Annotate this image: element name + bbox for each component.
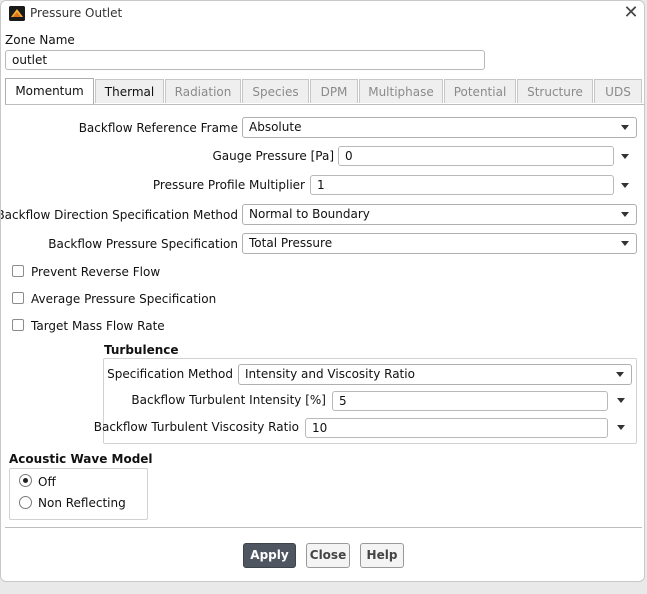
backflow-turbulent-intensity-label: Backflow Turbulent Intensity [%] — [131, 393, 326, 407]
tab-species[interactable]: Species — [242, 79, 309, 103]
prevent-reverse-flow-label: Prevent Reverse Flow — [31, 265, 161, 279]
tab-uds[interactable]: UDS — [594, 79, 642, 103]
backflow-reference-frame-value: Absolute — [249, 120, 302, 134]
chevron-down-icon — [621, 125, 629, 130]
specification-method-value: Intensity and Viscosity Ratio — [245, 367, 415, 381]
tab-dpm[interactable]: DPM — [310, 79, 358, 103]
close-button[interactable]: Close — [306, 543, 350, 568]
chevron-down-icon — [616, 372, 624, 377]
acoustic-off-radio[interactable] — [19, 474, 32, 487]
gauge-pressure-label: Gauge Pressure [Pa] — [212, 149, 334, 163]
app-logo-icon — [9, 6, 25, 21]
button-divider — [5, 527, 642, 528]
dialog-window: Pressure Outlet ✕ Zone Name outlet Momen… — [0, 0, 645, 582]
acoustic-non-reflecting-radio[interactable] — [19, 496, 32, 509]
backflow-turbulent-intensity-input[interactable]: 5 — [332, 391, 608, 411]
backflow-turbulent-viscosity-ratio-input[interactable]: 10 — [305, 418, 608, 438]
apply-button[interactable]: Apply — [243, 543, 296, 568]
turbulent-intensity-dropdown-icon[interactable] — [617, 398, 625, 403]
window-title: Pressure Outlet — [30, 6, 123, 20]
backflow-direction-method-label: Backflow Direction Specification Method — [0, 208, 238, 222]
acoustic-non-reflecting-label: Non Reflecting — [38, 496, 126, 510]
pressure-profile-multiplier-input[interactable]: 1 — [310, 175, 614, 195]
tab-structure[interactable]: Structure — [517, 79, 593, 103]
tab-bar: Momentum Thermal Radiation Species DPM M… — [5, 78, 644, 105]
tab-radiation[interactable]: Radiation — [165, 79, 241, 103]
chevron-down-icon — [621, 212, 629, 217]
pressure-profile-multiplier-dropdown-icon[interactable] — [621, 183, 629, 188]
title-bar[interactable]: Pressure Outlet ✕ — [1, 1, 644, 27]
tab-multiphase[interactable]: Multiphase — [359, 79, 443, 103]
turbulence-heading: Turbulence — [104, 343, 179, 357]
backflow-reference-frame-select[interactable]: Absolute — [242, 117, 637, 138]
turbulent-viscosity-ratio-dropdown-icon[interactable] — [617, 425, 625, 430]
backflow-pressure-spec-select[interactable]: Total Pressure — [242, 233, 637, 254]
target-mass-flow-rate-label: Target Mass Flow Rate — [31, 319, 165, 333]
close-icon[interactable]: ✕ — [620, 2, 642, 24]
prevent-reverse-flow-checkbox[interactable] — [12, 265, 24, 277]
backflow-pressure-spec-label: Backflow Pressure Specification — [48, 237, 238, 251]
acoustic-wave-model-heading: Acoustic Wave Model — [9, 452, 153, 466]
scroll-accent-edge — [644, 266, 645, 401]
pressure-profile-multiplier-label: Pressure Profile Multiplier — [152, 178, 305, 192]
zone-name-label: Zone Name — [5, 33, 75, 47]
backflow-direction-method-value: Normal to Boundary — [249, 207, 370, 221]
tab-thermal[interactable]: Thermal — [95, 79, 164, 103]
tab-momentum[interactable]: Momentum — [5, 78, 94, 104]
tab-potential[interactable]: Potential — [444, 79, 516, 103]
acoustic-off-label: Off — [38, 475, 56, 489]
radio-selected-dot — [23, 478, 28, 483]
backflow-direction-method-select[interactable]: Normal to Boundary — [242, 204, 637, 225]
backflow-turbulent-viscosity-ratio-label: Backflow Turbulent Viscosity Ratio — [93, 420, 299, 434]
target-mass-flow-rate-checkbox[interactable] — [12, 319, 24, 331]
backflow-reference-frame-label: Backflow Reference Frame — [78, 121, 238, 135]
gauge-pressure-profile-dropdown-icon[interactable] — [621, 154, 629, 159]
zone-name-input[interactable]: outlet — [5, 50, 485, 70]
average-pressure-spec-checkbox[interactable] — [12, 292, 24, 304]
average-pressure-spec-label: Average Pressure Specification — [31, 292, 217, 306]
gauge-pressure-input[interactable]: 0 — [338, 146, 614, 166]
backflow-pressure-spec-value: Total Pressure — [249, 236, 333, 250]
specification-method-label: Specification Method — [107, 367, 233, 381]
specification-method-select[interactable]: Intensity and Viscosity Ratio — [238, 364, 632, 385]
help-button[interactable]: Help — [360, 543, 404, 568]
chevron-down-icon — [621, 241, 629, 246]
